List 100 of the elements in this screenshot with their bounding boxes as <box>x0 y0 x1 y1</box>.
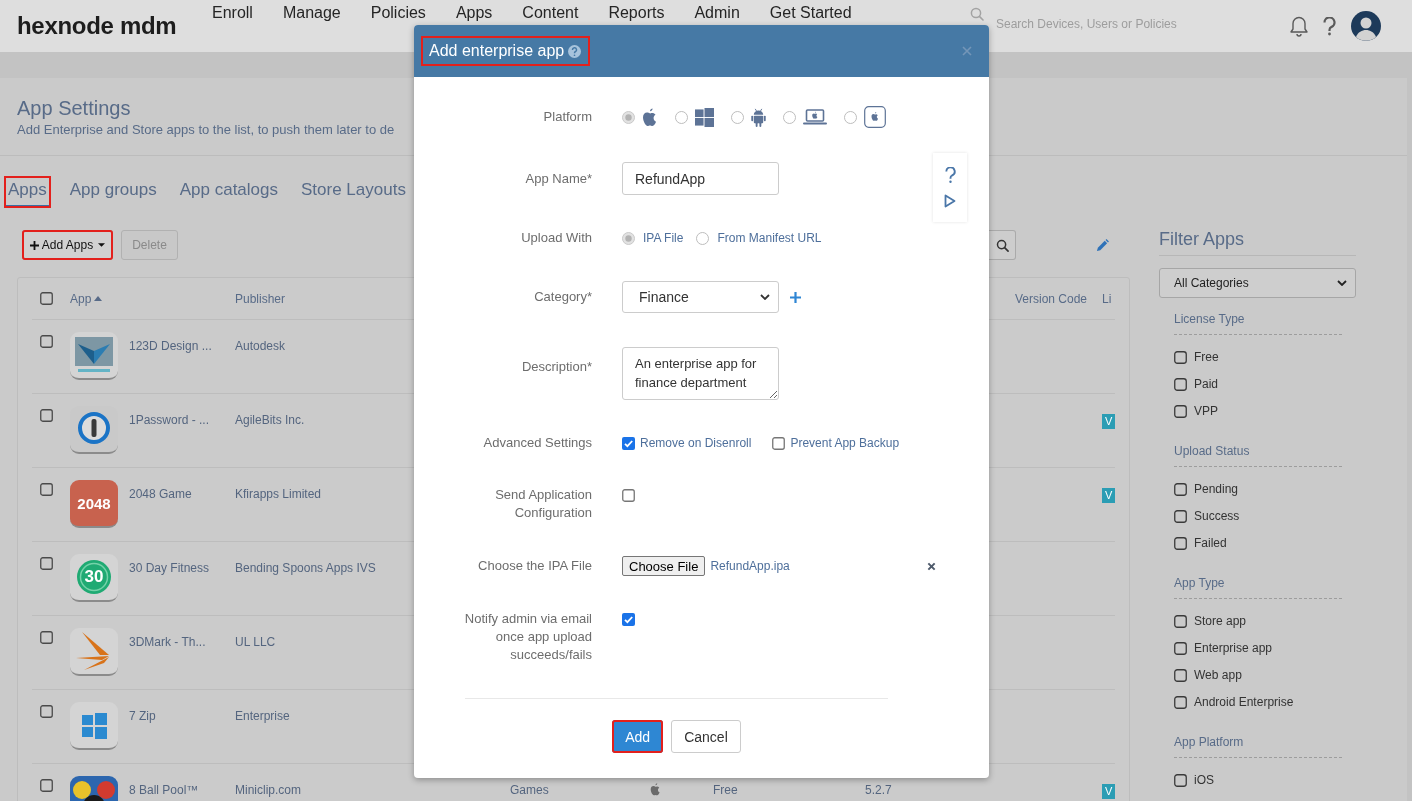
nav-link[interactable]: Apps <box>455 4 493 22</box>
option-label: Free <box>1194 350 1219 364</box>
filter-section-title: App Platform <box>1174 734 1342 758</box>
chevron-down-icon <box>760 294 770 300</box>
option-label[interactable]: IPA File <box>643 231 684 245</box>
plus-icon[interactable] <box>790 291 801 303</box>
nav-link[interactable]: Policies <box>370 4 426 22</box>
checkbox[interactable] <box>40 292 53 305</box>
filter-section-title: App Type <box>1174 575 1342 599</box>
field-label: Choose the IPA File <box>478 557 592 575</box>
radio-button[interactable] <box>783 110 796 124</box>
close-icon[interactable] <box>927 561 936 571</box>
laptop-icon <box>803 109 827 125</box>
checkbox[interactable] <box>40 483 53 496</box>
option-label: Failed <box>1194 536 1227 550</box>
option-label: Success <box>1194 509 1240 523</box>
field-label: Category* <box>534 288 592 306</box>
app-name: 123D Design ... <box>129 339 212 354</box>
option-label: Store app <box>1194 614 1247 628</box>
field-label: App Name* <box>525 169 592 188</box>
apple-icon <box>642 107 658 127</box>
option-label: Web app <box>1194 668 1242 682</box>
checkbox[interactable] <box>622 436 635 450</box>
checkbox[interactable] <box>1174 668 1187 682</box>
checkbox[interactable] <box>1174 350 1187 364</box>
cancel-button[interactable]: Cancel <box>671 720 741 753</box>
checkbox[interactable] <box>1174 404 1187 418</box>
field-label: Upload With <box>521 229 592 247</box>
checkbox[interactable] <box>40 631 53 644</box>
publisher-name: Kfirapps Limited <box>235 487 322 501</box>
bell-icon[interactable] <box>1290 15 1308 37</box>
nav-link[interactable]: Get Started <box>769 4 852 22</box>
checkbox[interactable] <box>1174 536 1187 550</box>
radio-button[interactable] <box>622 110 635 124</box>
nav-link[interactable]: Manage <box>282 4 341 22</box>
search-icon <box>970 7 984 21</box>
add-button[interactable]: Add <box>612 720 664 753</box>
option-label[interactable]: Remove on Disenroll <box>640 436 752 450</box>
radio-button[interactable] <box>675 110 688 124</box>
filter-section-title: License Type <box>1174 311 1342 335</box>
checkbox[interactable] <box>1174 509 1187 523</box>
checkbox[interactable] <box>1174 773 1187 787</box>
checkbox[interactable] <box>772 436 786 450</box>
help-icon[interactable] <box>1323 16 1336 36</box>
nav-link[interactable]: Reports <box>608 4 665 22</box>
search-button[interactable] <box>989 230 1016 260</box>
field-label: Notify admin via email once app upload succeeds/fails <box>463 610 592 664</box>
option-label: Android Enterprise <box>1194 695 1294 709</box>
nav-link[interactable]: Content <box>522 4 579 22</box>
pencil-icon[interactable] <box>1096 238 1109 252</box>
page-title: App Settings <box>17 96 131 120</box>
add-apps-button[interactable]: Add Apps <box>22 230 113 260</box>
option-label[interactable]: From Manifest URL <box>717 231 822 245</box>
search-field[interactable]: Search Devices, Users or Policies <box>996 17 1236 31</box>
checkbox[interactable] <box>40 779 53 792</box>
publisher-name: UL LLC <box>235 635 276 649</box>
checkbox[interactable] <box>1174 482 1187 496</box>
logo[interactable]: hexnode mdm <box>17 12 177 39</box>
app-name: 7 Zip <box>129 709 156 724</box>
app-name: 8 Ball Pool™ <box>129 783 199 798</box>
checkbox[interactable] <box>40 409 53 422</box>
radio-button[interactable] <box>622 231 635 245</box>
checkbox[interactable] <box>1174 614 1187 628</box>
choose-file-button[interactable]: Choose File <box>622 556 706 576</box>
checkbox[interactable] <box>40 705 53 718</box>
app-name: 1Password - ... <box>129 413 210 428</box>
checkbox[interactable] <box>622 613 635 626</box>
option-label: Enterprise app <box>1194 641 1273 655</box>
nav-link[interactable]: Admin <box>694 4 740 22</box>
radio-button[interactable] <box>696 231 710 245</box>
checkbox[interactable] <box>1174 641 1187 655</box>
license-badge: V <box>1102 488 1115 503</box>
icon-label: 30 <box>83 566 105 588</box>
app-icon <box>70 628 118 676</box>
option-label[interactable]: Prevent App Backup <box>790 436 900 450</box>
checkbox[interactable] <box>622 489 635 502</box>
column-header[interactable]: Publisher <box>235 291 286 306</box>
column-header[interactable]: Version Code <box>1015 291 1088 306</box>
checkbox[interactable] <box>1174 377 1187 391</box>
description-field[interactable]: An enterprise app for finance department <box>622 347 779 400</box>
nav-link[interactable]: Enroll <box>212 4 253 22</box>
category-text: Games <box>510 783 549 797</box>
checkbox[interactable] <box>40 335 53 348</box>
filter-section-title: Upload Status <box>1174 443 1342 467</box>
android-icon <box>751 107 766 127</box>
text-field[interactable]: RefundApp <box>622 162 779 195</box>
help-icon[interactable] <box>568 44 582 58</box>
avatar-icon[interactable] <box>1351 11 1381 41</box>
sort-up-icon[interactable] <box>94 296 103 301</box>
checkbox[interactable] <box>1174 695 1187 709</box>
chevron-down-icon <box>1337 280 1347 286</box>
checkbox[interactable] <box>40 557 53 570</box>
publisher-name: Bending Spoons Apps IVS <box>235 561 376 575</box>
help-icon[interactable] <box>944 167 956 184</box>
category-select[interactable]: All Categories <box>1159 268 1356 298</box>
radio-button[interactable] <box>844 110 857 124</box>
category-select[interactable]: Finance <box>622 281 779 313</box>
radio-button[interactable] <box>731 110 744 124</box>
play-icon[interactable] <box>944 194 956 208</box>
license-text: Free <box>713 783 738 797</box>
